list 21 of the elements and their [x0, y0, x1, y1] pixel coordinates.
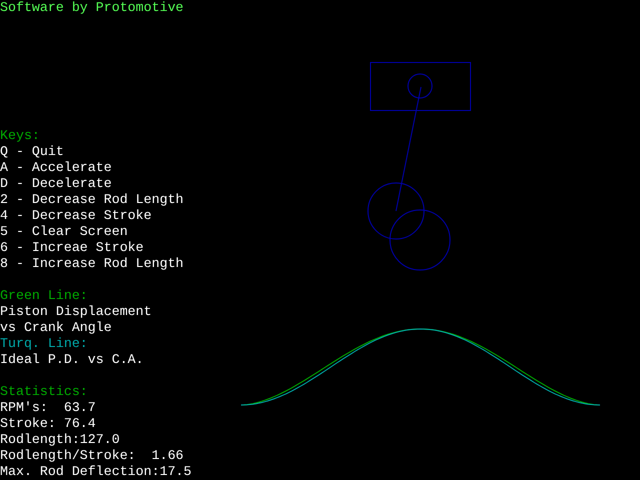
legend-text: Piston Displacement — [0, 304, 152, 320]
legend-text: vs Crank Angle — [0, 320, 112, 336]
legend-heading: Turq. Line: — [0, 336, 88, 352]
statistic-text: Max. Rod Deflection:17.5 — [0, 464, 192, 480]
section-heading: Statistics: — [0, 384, 88, 400]
statistic-text: Stroke: 76.4 — [0, 416, 96, 432]
key-help-text: 2 - Decrease Rod Length — [0, 192, 184, 208]
key-help-text: A - Accelerate — [0, 160, 112, 176]
statistic-text: Rodlength/Stroke: 1.66 — [0, 448, 184, 464]
statistic-text: Rodlength:127.0 — [0, 432, 120, 448]
key-help-text: 6 - Increae Stroke — [0, 240, 144, 256]
legend-text: Ideal P.D. vs C.A. — [0, 352, 144, 368]
key-help-text: 8 - Increase Rod Length — [0, 256, 184, 272]
statistic-text: RPM's: 63.7 — [0, 400, 96, 416]
credit-text: Software by Protomotive — [0, 0, 184, 16]
key-help-text: 4 - Decrease Stroke — [0, 208, 152, 224]
key-help-text: 5 - Clear Screen — [0, 224, 128, 240]
key-help-text: D - Decelerate — [0, 176, 112, 192]
key-help-text: Q - Quit — [0, 144, 64, 160]
section-heading: Keys: — [0, 128, 40, 144]
legend-heading: Green Line: — [0, 288, 88, 304]
